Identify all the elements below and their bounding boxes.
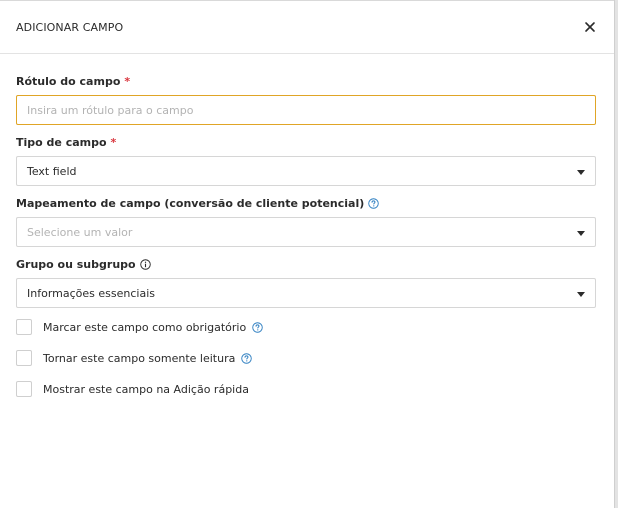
add-field-modal: ADICIONAR CAMPO Rótulo do campo * Tipo d… [0, 0, 614, 508]
field-group-title: Grupo ou subgrupo [16, 256, 596, 272]
close-icon [585, 22, 595, 32]
field-type-value: Text field [27, 164, 77, 178]
checkbox-label: Mostrar este campo na Adição rápida [43, 382, 249, 396]
help-question-icon[interactable] [368, 197, 379, 209]
checkbox-row-required: Marcar este campo como obrigatório [16, 319, 263, 335]
field-type-select[interactable]: Text field [16, 156, 596, 186]
field-label-group: Rótulo do campo * [16, 73, 596, 125]
required-mark: * [110, 135, 117, 149]
required-mark: * [124, 74, 131, 88]
checkbox-label: Tornar este campo somente leitura [43, 351, 236, 365]
help-question-icon[interactable] [252, 321, 263, 333]
field-mapping-group: Mapeamento de campo (conversão de client… [16, 195, 596, 247]
field-type-group: Tipo de campo * Text field [16, 134, 596, 186]
caret-down-icon [577, 292, 585, 297]
field-group-group: Grupo ou subgrupo Informações essenciais [16, 256, 596, 308]
field-group-select[interactable]: Informações essenciais [16, 278, 596, 308]
info-icon[interactable] [139, 258, 151, 270]
modal-header: ADICIONAR CAMPO [0, 1, 614, 54]
checkbox-label: Marcar este campo como obrigatório [43, 320, 247, 334]
checkbox-row-readonly: Tornar este campo somente leitura [16, 350, 253, 366]
field-mapping-title: Mapeamento de campo (conversão de client… [16, 195, 596, 211]
modal-title: ADICIONAR CAMPO [16, 21, 124, 34]
field-label-input-wrapper [16, 95, 596, 125]
required-checkbox[interactable] [16, 319, 32, 335]
checkbox-row-quick-add: Mostrar este campo na Adição rápida [16, 381, 249, 397]
quick-add-checkbox[interactable] [16, 381, 32, 397]
close-button[interactable] [582, 19, 598, 35]
caret-down-icon [577, 231, 585, 236]
window-edge [614, 0, 618, 508]
field-label-title: Rótulo do campo * [16, 74, 131, 88]
field-type-title: Tipo de campo * [16, 135, 117, 149]
field-label-input[interactable] [27, 103, 595, 117]
field-mapping-select[interactable]: Selecione um valor [16, 217, 596, 247]
caret-down-icon [577, 170, 585, 175]
help-question-icon[interactable] [241, 352, 253, 364]
readonly-checkbox[interactable] [16, 350, 32, 366]
field-mapping-placeholder: Selecione um valor [27, 225, 133, 239]
field-group-value: Informações essenciais [27, 286, 155, 300]
